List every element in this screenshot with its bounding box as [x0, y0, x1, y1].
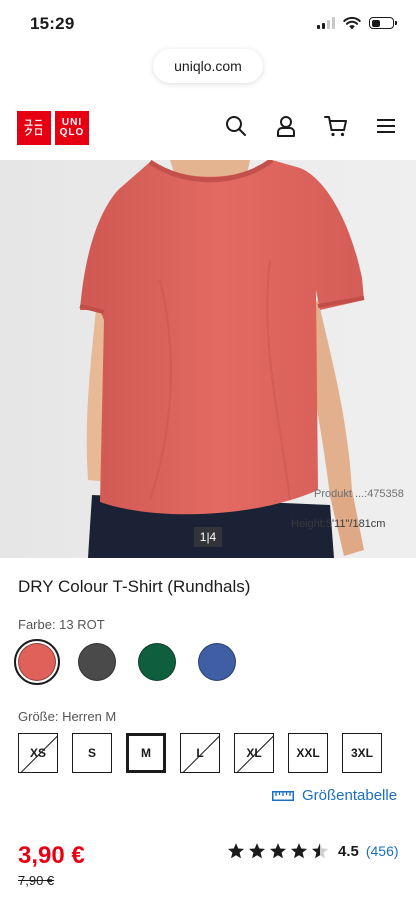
- size-label: Größe: Herren M: [18, 709, 117, 724]
- model-height: Height:5'11"/181cm: [291, 518, 386, 530]
- status-icons: [317, 16, 397, 30]
- size-button-s[interactable]: S: [72, 733, 112, 773]
- color-swatch-fill: [78, 643, 116, 681]
- rating[interactable]: 4.5 (456): [227, 842, 399, 860]
- battery-icon: [369, 17, 397, 29]
- size-button-3xl[interactable]: 3XL: [342, 733, 382, 773]
- size-chart-link[interactable]: Größentabelle: [272, 787, 397, 804]
- url-text: uniqlo.com: [174, 58, 242, 74]
- product-title: DRY Colour T-Shirt (Rundhals): [18, 577, 251, 596]
- old-price: 7,90 €: [18, 873, 55, 888]
- logo-en-box: UNI QLO: [55, 111, 89, 145]
- uniqlo-logo[interactable]: ユニ クロ UNI QLO: [17, 111, 89, 145]
- size-button-l[interactable]: L: [180, 733, 220, 773]
- color-swatch-fill: [18, 643, 56, 681]
- url-bar[interactable]: uniqlo.com: [153, 49, 263, 83]
- rating-count[interactable]: (456): [366, 843, 399, 859]
- size-options: XS S M L XL XXL 3XL: [18, 733, 382, 773]
- site-header: ユニ クロ UNI QLO: [0, 96, 416, 160]
- account-icon[interactable]: [274, 114, 298, 138]
- size-chart-label: Größentabelle: [302, 787, 398, 804]
- status-bar: 15:29: [0, 0, 416, 48]
- wifi-icon: [343, 16, 361, 30]
- color-swatches: [14, 639, 240, 685]
- size-button-xl[interactable]: XL: [234, 733, 274, 773]
- search-icon[interactable]: [224, 114, 248, 138]
- status-time: 15:29: [30, 14, 75, 33]
- logo-en-bottom: QLO: [59, 127, 85, 138]
- color-swatch-0[interactable]: [14, 639, 60, 685]
- rating-value: 4.5: [338, 842, 359, 860]
- menu-icon[interactable]: [374, 114, 398, 138]
- star-full-icon: [227, 843, 245, 859]
- color-swatch-1[interactable]: [74, 639, 120, 685]
- star-full-icon: [248, 843, 266, 859]
- star-half-icon: [311, 843, 329, 859]
- header-icons: [224, 114, 398, 138]
- size-button-m[interactable]: M: [126, 733, 166, 773]
- color-label: Farbe: 13 ROT: [18, 617, 105, 632]
- ruler-icon: [272, 790, 294, 801]
- color-swatch-fill: [138, 643, 176, 681]
- image-pager: 1|4: [194, 527, 222, 547]
- color-swatch-fill: [198, 643, 236, 681]
- size-button-xs[interactable]: XS: [18, 733, 58, 773]
- price: 3,90 €: [18, 842, 85, 869]
- product-code: Produkt ...:475358: [314, 488, 404, 500]
- star-full-icon: [269, 843, 287, 859]
- color-swatch-3[interactable]: [194, 639, 240, 685]
- cart-icon[interactable]: [324, 114, 348, 138]
- color-swatch-2[interactable]: [134, 639, 180, 685]
- logo-jp-box: ユニ クロ: [17, 111, 51, 145]
- star-full-icon: [290, 843, 308, 859]
- signal-icon: [317, 17, 335, 29]
- logo-jp-bottom: クロ: [23, 127, 44, 137]
- product-image[interactable]: Produkt ...:475358 Height:5'11"/181cm 1|…: [0, 160, 416, 558]
- size-button-xxl[interactable]: XXL: [288, 733, 328, 773]
